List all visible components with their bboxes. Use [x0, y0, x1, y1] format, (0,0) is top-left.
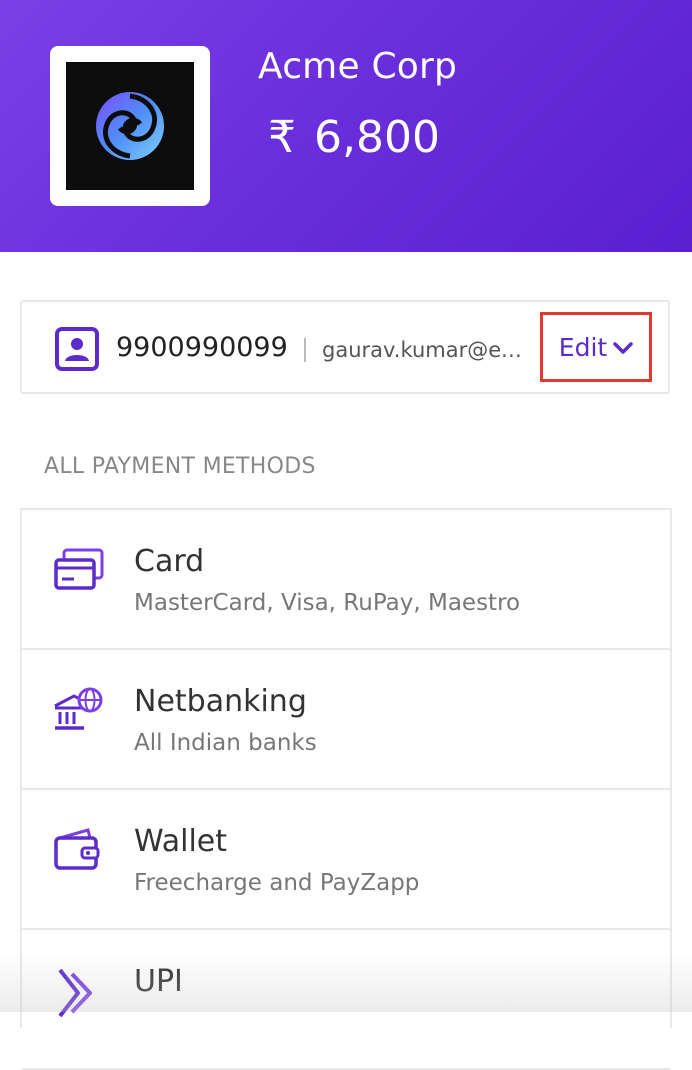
merchant-name: Acme Corp: [258, 46, 458, 87]
payment-methods-heading: ALL PAYMENT METHODS: [44, 454, 316, 479]
method-title: Wallet: [134, 824, 228, 859]
method-title: Netbanking: [134, 684, 307, 719]
edit-contact-button[interactable]: Edit: [540, 312, 652, 382]
method-wallet[interactable]: Wallet Freecharge and PayZapp: [22, 790, 670, 930]
contact-card-icon: [54, 326, 100, 372]
method-subtitle: MasterCard, Visa, RuPay, Maestro: [134, 590, 521, 616]
currency-symbol: ₹: [268, 112, 296, 163]
card-icon: [52, 546, 106, 600]
contact-details: 9900990099 gaurav.kumar@example.com Edit: [20, 300, 670, 394]
method-card[interactable]: Card MasterCard, Visa, RuPay, Maestro: [22, 510, 670, 650]
method-subtitle: Freecharge and PayZapp: [134, 870, 420, 896]
method-netbanking[interactable]: Netbanking All Indian banks: [22, 650, 670, 790]
method-subtitle: All Indian banks: [134, 730, 317, 756]
checkout-header: Acme Corp ₹ 6,800: [0, 0, 692, 252]
method-title: UPI: [134, 964, 183, 999]
logo-swirl-icon: [66, 62, 194, 190]
edit-label: Edit: [558, 332, 608, 362]
contact-separator: [304, 338, 306, 362]
contact-email: gaurav.kumar@example.com: [322, 338, 530, 362]
method-title: Card: [134, 544, 205, 579]
chevron-down-icon: [613, 333, 633, 362]
method-upi[interactable]: UPI: [22, 930, 670, 1070]
wallet-icon: [52, 826, 106, 880]
payment-amount: ₹ 6,800: [268, 112, 440, 163]
payment-methods-list: Card MasterCard, Visa, RuPay, Maestro Ne…: [20, 508, 672, 1070]
contact-phone: 9900990099: [116, 332, 288, 363]
bank-icon: [52, 686, 106, 740]
merchant-logo: [50, 46, 210, 206]
amount-value: 6,800: [314, 112, 440, 163]
